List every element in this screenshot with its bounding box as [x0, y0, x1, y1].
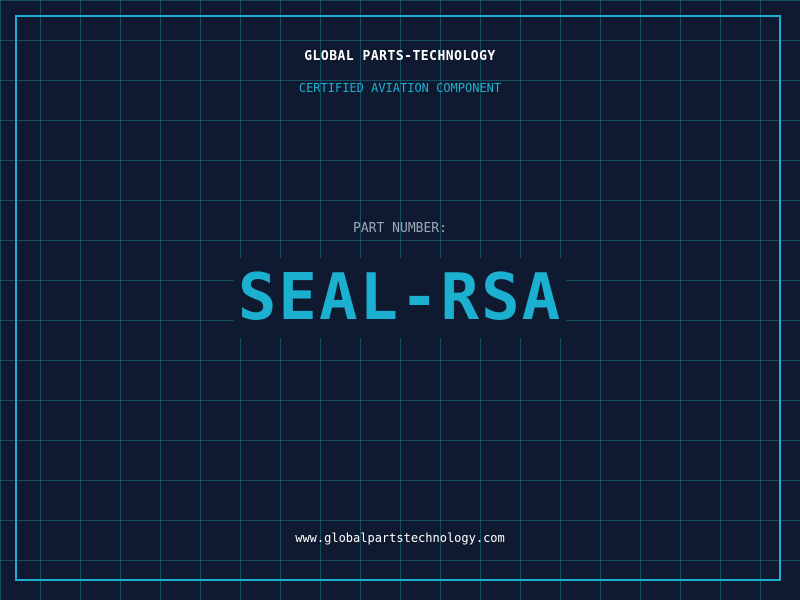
- certification-subtitle: CERTIFIED AVIATION COMPONENT: [298, 81, 502, 95]
- company-name: GLOBAL PARTS-TECHNOLOGY: [304, 49, 496, 64]
- website-url: www.globalpartstechnology.com: [295, 531, 505, 545]
- part-number-label: PART NUMBER:: [353, 221, 447, 236]
- part-number-container: SEAL-RSA: [0, 258, 800, 338]
- part-number-value: SEAL-RSA: [233, 258, 567, 338]
- label-card: GLOBAL PARTS-TECHNOLOGY CERTIFIED AVIATI…: [0, 0, 800, 600]
